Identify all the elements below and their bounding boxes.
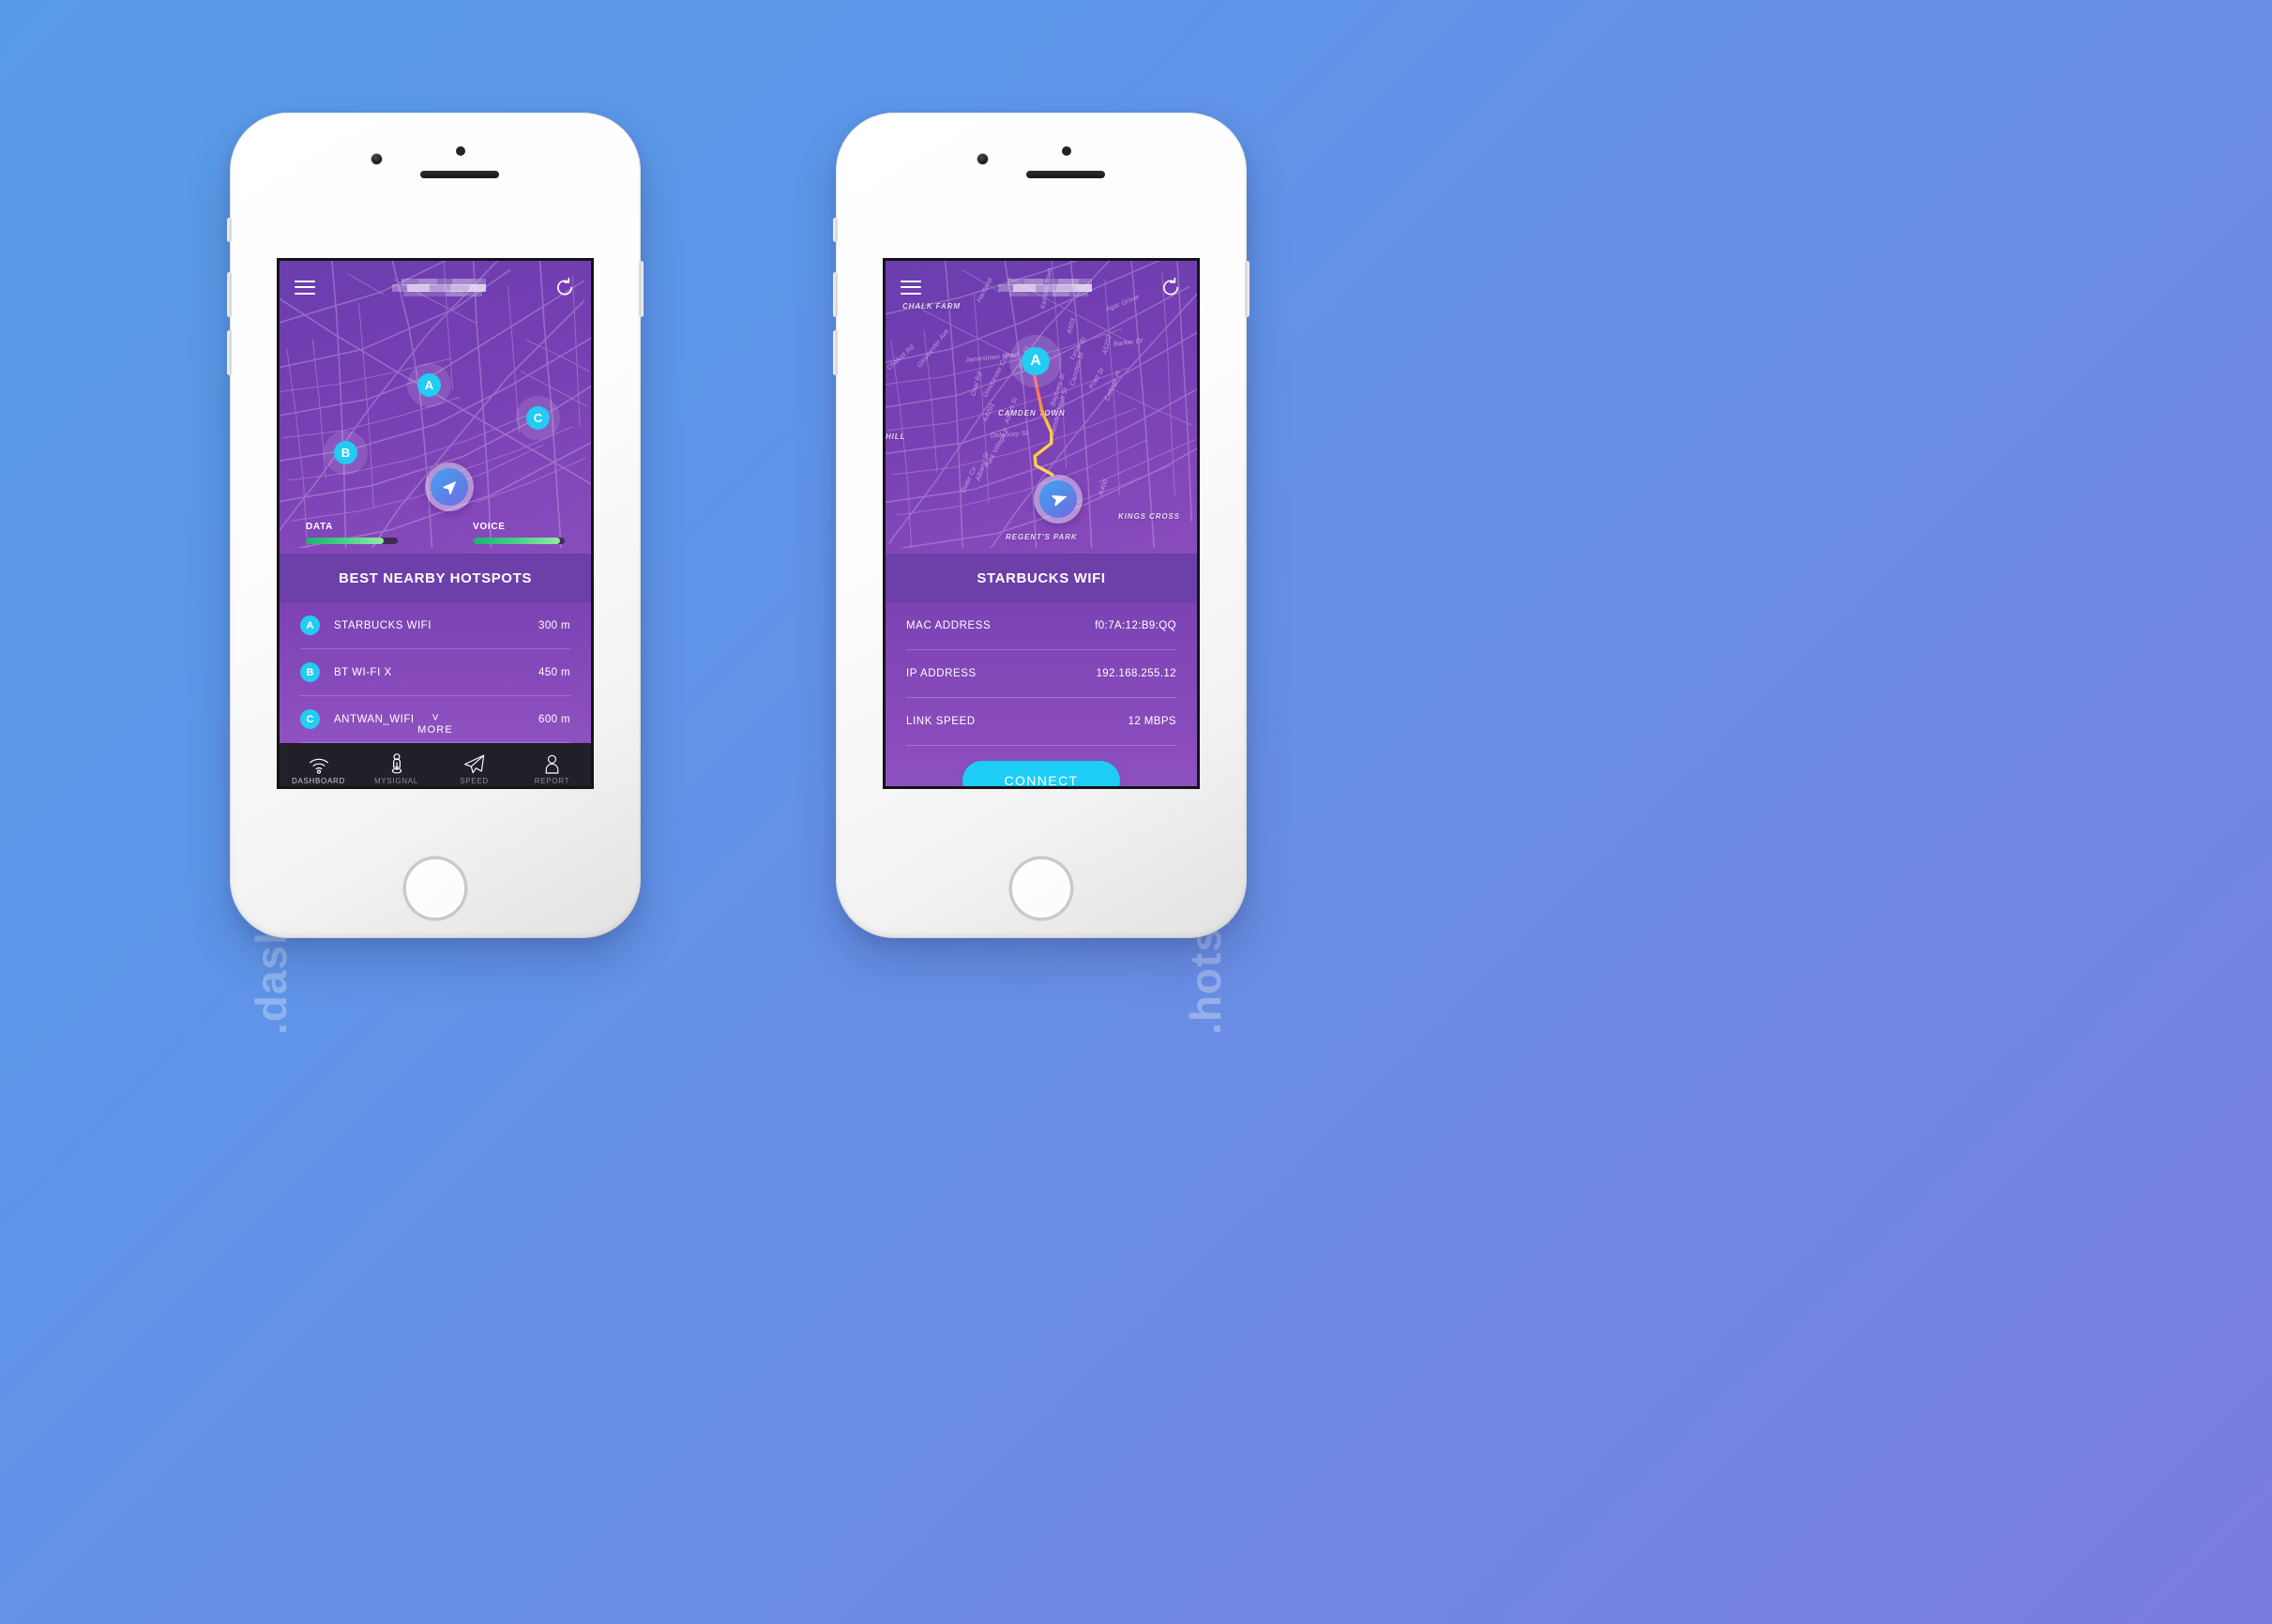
signal-gauges: DATA VOICE bbox=[280, 522, 591, 544]
detail-value-ip-address: 192.168.255.12 bbox=[1096, 668, 1176, 679]
gauge-voice-fill bbox=[473, 538, 561, 544]
gauge-data-label: DATA bbox=[306, 522, 334, 532]
section-header-title: STARBUCKS WIFI bbox=[977, 569, 1106, 586]
hotspot-details-panel: MAC ADDRESS f0:7A:12:B9:QQ IP ADDRESS 19… bbox=[886, 602, 1197, 786]
silent-switch[interactable] bbox=[227, 218, 232, 242]
map-view-dashboard[interactable]: A B C DATA VOICE bbox=[280, 261, 591, 554]
tab-mysignal[interactable]: MYSIGNAL bbox=[357, 743, 435, 786]
volume-down-button[interactable] bbox=[833, 330, 838, 375]
gauge-voice-label: VOICE bbox=[473, 522, 506, 532]
proximity-sensor-icon bbox=[1062, 146, 1071, 156]
detail-row-link-speed: LINK SPEED 12 MBPS bbox=[906, 698, 1176, 746]
hotspot-distance-b: 450 m bbox=[538, 666, 570, 678]
front-camera-icon bbox=[371, 154, 382, 164]
gauge-data-fill bbox=[306, 538, 385, 544]
gauge-data-track bbox=[306, 538, 398, 544]
chevron-down-icon: ˅ bbox=[432, 710, 439, 724]
volume-down-button[interactable] bbox=[227, 330, 232, 375]
map-marker-b[interactable]: B bbox=[334, 441, 357, 464]
earpiece-speaker bbox=[1026, 171, 1105, 178]
refresh-icon[interactable] bbox=[554, 277, 576, 298]
home-button[interactable] bbox=[406, 859, 464, 918]
home-button[interactable] bbox=[1012, 859, 1070, 918]
detail-label-link-speed: LINK SPEED bbox=[906, 716, 976, 727]
phone-mockup-hotspot-details: CHALK FARM CAMDEN TOWN HILL REGENT'S PAR… bbox=[833, 113, 1250, 938]
power-button[interactable] bbox=[639, 261, 644, 317]
tab-report-label: REPORT bbox=[534, 777, 570, 785]
proximity-sensor-icon bbox=[456, 146, 465, 156]
section-header-title: BEST NEARBY HOTSPOTS bbox=[339, 569, 532, 586]
screen-hotspot-details: CHALK FARM CAMDEN TOWN HILL REGENT'S PAR… bbox=[883, 258, 1200, 789]
screen-dashboard: A B C DATA VOICE BEST NEARBY HOTSPOTS A … bbox=[277, 258, 594, 789]
hotspot-row-b[interactable]: B BT WI-FI X 450 m bbox=[300, 649, 570, 696]
detail-value-mac-address: f0:7A:12:B9:QQ bbox=[1095, 620, 1176, 631]
map-area-label-regents-park: REGENT'S PARK bbox=[1006, 533, 1078, 541]
navigation-arrow-icon bbox=[1039, 480, 1077, 518]
hamburger-icon[interactable] bbox=[901, 280, 921, 295]
map-area-label-kings-cross: KINGS CROSS bbox=[1118, 512, 1180, 521]
hotspot-distance-a: 300 m bbox=[538, 619, 570, 631]
tab-dashboard[interactable]: DASHBOARD bbox=[280, 743, 357, 786]
power-button[interactable] bbox=[1245, 261, 1250, 317]
topbar-dashboard bbox=[280, 261, 591, 313]
hotspot-name-b: BT WI-FI X bbox=[334, 666, 392, 678]
tab-speed-label: SPEED bbox=[460, 777, 489, 785]
phone-mockup-dashboard: A B C DATA VOICE BEST NEARBY HOTSPOTS A … bbox=[227, 113, 644, 938]
map-area-label-hill: HILL bbox=[886, 433, 906, 441]
hotspot-list: A STARBUCKS WIFI 300 m B BT WI-FI X 450 … bbox=[280, 602, 591, 743]
detail-row-ip-address: IP ADDRESS 192.168.255.12 bbox=[906, 650, 1176, 698]
hamburger-icon[interactable] bbox=[295, 280, 315, 295]
map-marker-c[interactable]: C bbox=[526, 406, 550, 430]
person-signal-icon bbox=[388, 753, 405, 774]
map-marker-a[interactable]: A bbox=[417, 373, 441, 397]
silent-switch[interactable] bbox=[833, 218, 838, 242]
earpiece-speaker bbox=[420, 171, 499, 178]
current-location-marker[interactable] bbox=[1034, 475, 1083, 524]
bottom-navigation-1: DASHBOARD MYSIGNAL SPEED REPORT bbox=[280, 743, 591, 786]
paper-plane-icon bbox=[463, 753, 485, 774]
volume-up-button[interactable] bbox=[833, 272, 838, 317]
hotspot-badge-a: A bbox=[300, 615, 320, 635]
app-logo-blurred bbox=[991, 277, 1092, 297]
gauge-voice-track bbox=[473, 538, 565, 544]
front-camera-icon bbox=[977, 154, 988, 164]
section-header-hotspot-name: STARBUCKS WIFI bbox=[886, 554, 1197, 602]
user-icon bbox=[543, 753, 561, 774]
section-header-hotspots: BEST NEARBY HOTSPOTS bbox=[280, 554, 591, 602]
navigation-arrow-icon bbox=[431, 468, 468, 506]
volume-up-button[interactable] bbox=[227, 272, 232, 317]
tab-mysignal-label: MYSIGNAL bbox=[374, 777, 418, 785]
app-logo-blurred bbox=[385, 277, 486, 297]
detail-label-ip-address: IP ADDRESS bbox=[906, 668, 977, 679]
tab-dashboard-label: DASHBOARD bbox=[292, 777, 345, 785]
current-location-marker[interactable] bbox=[425, 463, 474, 511]
detail-label-mac-address: MAC ADDRESS bbox=[906, 620, 992, 631]
presentation-stage: .dashboard .hotspot details bbox=[0, 0, 2272, 1624]
more-label: MORE bbox=[417, 724, 453, 736]
hotspot-name-a: STARBUCKS WIFI bbox=[334, 619, 432, 631]
detail-value-link-speed: 12 MBPS bbox=[1128, 716, 1176, 727]
gauge-voice: VOICE bbox=[473, 522, 565, 544]
hotspot-row-a[interactable]: A STARBUCKS WIFI 300 m bbox=[300, 602, 570, 649]
connect-button-wrap: CONNECT bbox=[906, 761, 1176, 786]
more-button[interactable]: ˅ MORE bbox=[280, 710, 591, 736]
topbar-hotspot-details bbox=[886, 261, 1197, 313]
connect-button[interactable]: CONNECT bbox=[962, 761, 1120, 786]
wifi-icon bbox=[309, 753, 329, 774]
map-marker-a-selected[interactable]: A bbox=[1022, 347, 1050, 375]
tab-report[interactable]: REPORT bbox=[513, 743, 591, 786]
gauge-data: DATA bbox=[306, 522, 398, 544]
detail-row-mac-address: MAC ADDRESS f0:7A:12:B9:QQ bbox=[906, 602, 1176, 650]
tab-speed[interactable]: SPEED bbox=[435, 743, 513, 786]
refresh-icon[interactable] bbox=[1160, 277, 1182, 298]
map-view-hotspot-details[interactable]: CHALK FARM CAMDEN TOWN HILL REGENT'S PAR… bbox=[886, 261, 1197, 554]
hotspot-badge-b: B bbox=[300, 662, 320, 682]
